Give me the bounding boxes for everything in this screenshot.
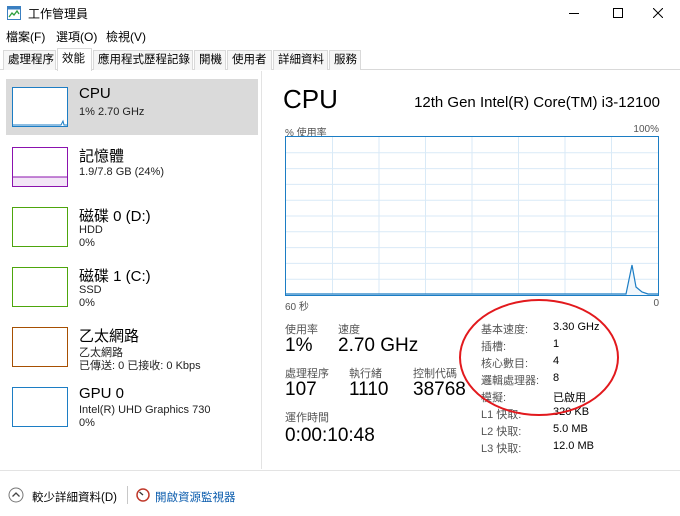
close-button[interactable] bbox=[636, 0, 680, 26]
cpu-usage-graph bbox=[285, 136, 659, 296]
sidebar-item-subtitle: Intel(R) UHD Graphics 730 bbox=[79, 404, 211, 416]
close-icon bbox=[653, 8, 663, 18]
sidebar-item-title: 磁碟 0 (D:) bbox=[79, 208, 151, 225]
footer-bar: 較少詳細資料(D) 開啟資源監視器 bbox=[0, 470, 680, 516]
sidebar-item-title: GPU 0 bbox=[79, 385, 125, 402]
sidebar-item-subtitle: SSD bbox=[79, 284, 102, 296]
disk0-mini-graph bbox=[12, 207, 68, 247]
spec-value-cores: 4 bbox=[553, 355, 560, 367]
resource-sidebar: CPU 1% 2.70 GHz 記憶體 1.9/7.8 GB (24%) 磁碟 … bbox=[0, 71, 262, 469]
spec-value-logical: 8 bbox=[553, 372, 560, 384]
gpu0-mini-graph bbox=[12, 387, 68, 427]
sidebar-item-subtitle: 1% 2.70 GHz bbox=[79, 106, 145, 118]
title-bar: 工作管理員 bbox=[0, 0, 680, 26]
tab-app-history[interactable]: 應用程式歷程記錄 bbox=[93, 50, 193, 70]
sidebar-item-ethernet[interactable]: 乙太網路 乙太網路 已傳送: 0 已接收: 0 Kbps bbox=[6, 319, 258, 375]
memory-mini-graph bbox=[12, 147, 68, 187]
handles-value: 38768 bbox=[413, 379, 466, 400]
cpu-model-name: 12th Gen Intel(R) Core(TM) i3-12100 bbox=[414, 94, 660, 111]
cpu-detail-panel: CPU 12th Gen Intel(R) Core(TM) i3-12100 … bbox=[263, 71, 680, 469]
spec-value-virtualization: 已啟用 bbox=[553, 392, 586, 404]
tab-performance[interactable]: 效能 bbox=[57, 48, 92, 71]
usage-value: 1% bbox=[285, 335, 313, 356]
spec-key-l2: L2 快取: bbox=[481, 426, 522, 438]
page-title: CPU bbox=[283, 84, 338, 114]
maximize-icon bbox=[613, 8, 623, 18]
sidebar-item-title: 記憶體 bbox=[79, 148, 125, 165]
task-manager-icon bbox=[7, 6, 21, 20]
spec-key-virtualization: 模擬: bbox=[481, 392, 507, 404]
spec-key-sockets: 插槽: bbox=[481, 341, 507, 353]
minimize-icon bbox=[569, 13, 579, 14]
menu-view[interactable]: 檢視(V) bbox=[106, 28, 146, 45]
spec-value-sockets: 1 bbox=[553, 338, 560, 350]
disk1-mini-graph bbox=[12, 267, 68, 307]
sidebar-item-memory[interactable]: 記憶體 1.9/7.8 GB (24%) bbox=[6, 139, 258, 195]
spec-key-cores: 核心數目: bbox=[481, 358, 529, 370]
cpu-usage-graph-svg bbox=[286, 137, 658, 295]
sidebar-item-subtitle: 1.9/7.8 GB (24%) bbox=[79, 166, 164, 178]
cpu-mini-graph bbox=[12, 87, 68, 127]
graph-grid bbox=[286, 137, 658, 295]
graph-time-right: 0 bbox=[653, 298, 659, 309]
tab-startup[interactable]: 開機 bbox=[194, 50, 226, 70]
tab-processes[interactable]: 處理程序 bbox=[3, 50, 56, 70]
sidebar-item-title: 磁碟 1 (C:) bbox=[79, 268, 151, 285]
footer-divider bbox=[127, 486, 128, 504]
sidebar-item-cpu[interactable]: CPU 1% 2.70 GHz bbox=[6, 79, 258, 135]
menu-bar: 檔案(F) 選項(O) 檢視(V) bbox=[0, 26, 680, 46]
spec-value-base-speed: 3.30 GHz bbox=[553, 321, 600, 333]
maximize-button[interactable] bbox=[596, 0, 640, 26]
sidebar-item-value: 0% bbox=[79, 297, 95, 309]
sidebar-item-disk1[interactable]: 磁碟 1 (C:) SSD 0% bbox=[6, 259, 258, 315]
chevron-up-icon[interactable] bbox=[8, 487, 24, 503]
sidebar-item-disk0[interactable]: 磁碟 0 (D:) HDD 0% bbox=[6, 199, 258, 255]
sidebar-item-gpu0[interactable]: GPU 0 Intel(R) UHD Graphics 730 0% bbox=[6, 379, 258, 435]
processes-value: 107 bbox=[285, 379, 317, 400]
spec-key-l3: L3 快取: bbox=[481, 443, 522, 455]
resource-monitor-icon bbox=[136, 488, 150, 502]
menu-options[interactable]: 選項(O) bbox=[56, 28, 97, 45]
minimize-button[interactable] bbox=[552, 0, 596, 26]
sidebar-item-title: 乙太網路 bbox=[79, 328, 140, 345]
tab-services[interactable]: 服務 bbox=[329, 50, 361, 70]
sidebar-item-value: 0% bbox=[79, 417, 95, 429]
tab-users[interactable]: 使用者 bbox=[227, 50, 272, 70]
uptime-value: 0:00:10:48 bbox=[285, 425, 375, 446]
window-title: 工作管理員 bbox=[28, 7, 89, 21]
fewer-details-link[interactable]: 較少詳細資料(D) bbox=[32, 489, 117, 505]
spec-value-l1: 320 KB bbox=[553, 406, 590, 418]
spec-value-l3: 12.0 MB bbox=[553, 440, 594, 452]
sidebar-item-value: 0% bbox=[79, 237, 95, 249]
graph-max-label: 100% bbox=[633, 124, 659, 135]
graph-time-left: 60 秒 bbox=[285, 302, 309, 313]
sidebar-item-title: CPU bbox=[79, 85, 111, 102]
spec-key-l1: L1 快取: bbox=[481, 409, 522, 421]
threads-value: 1110 bbox=[349, 379, 389, 400]
uptime-label: 運作時間 bbox=[285, 412, 329, 424]
spec-value-l2: 5.0 MB bbox=[553, 423, 588, 435]
sidebar-item-subtitle: HDD bbox=[79, 224, 103, 236]
spec-key-base-speed: 基本速度: bbox=[481, 324, 529, 336]
tab-bar: 處理程序 效能 應用程式歷程記錄 開機 使用者 詳細資料 服務 bbox=[0, 46, 680, 71]
menu-file[interactable]: 檔案(F) bbox=[6, 28, 45, 45]
speed-value: 2.70 GHz bbox=[338, 335, 419, 356]
ethernet-mini-graph bbox=[12, 327, 68, 367]
sidebar-item-value: 已傳送: 0 已接收: 0 Kbps bbox=[79, 360, 201, 372]
tab-details[interactable]: 詳細資料 bbox=[273, 50, 328, 70]
spec-key-logical: 邏輯處理器: bbox=[481, 375, 540, 387]
open-resource-monitor-link[interactable]: 開啟資源監視器 bbox=[155, 489, 236, 505]
